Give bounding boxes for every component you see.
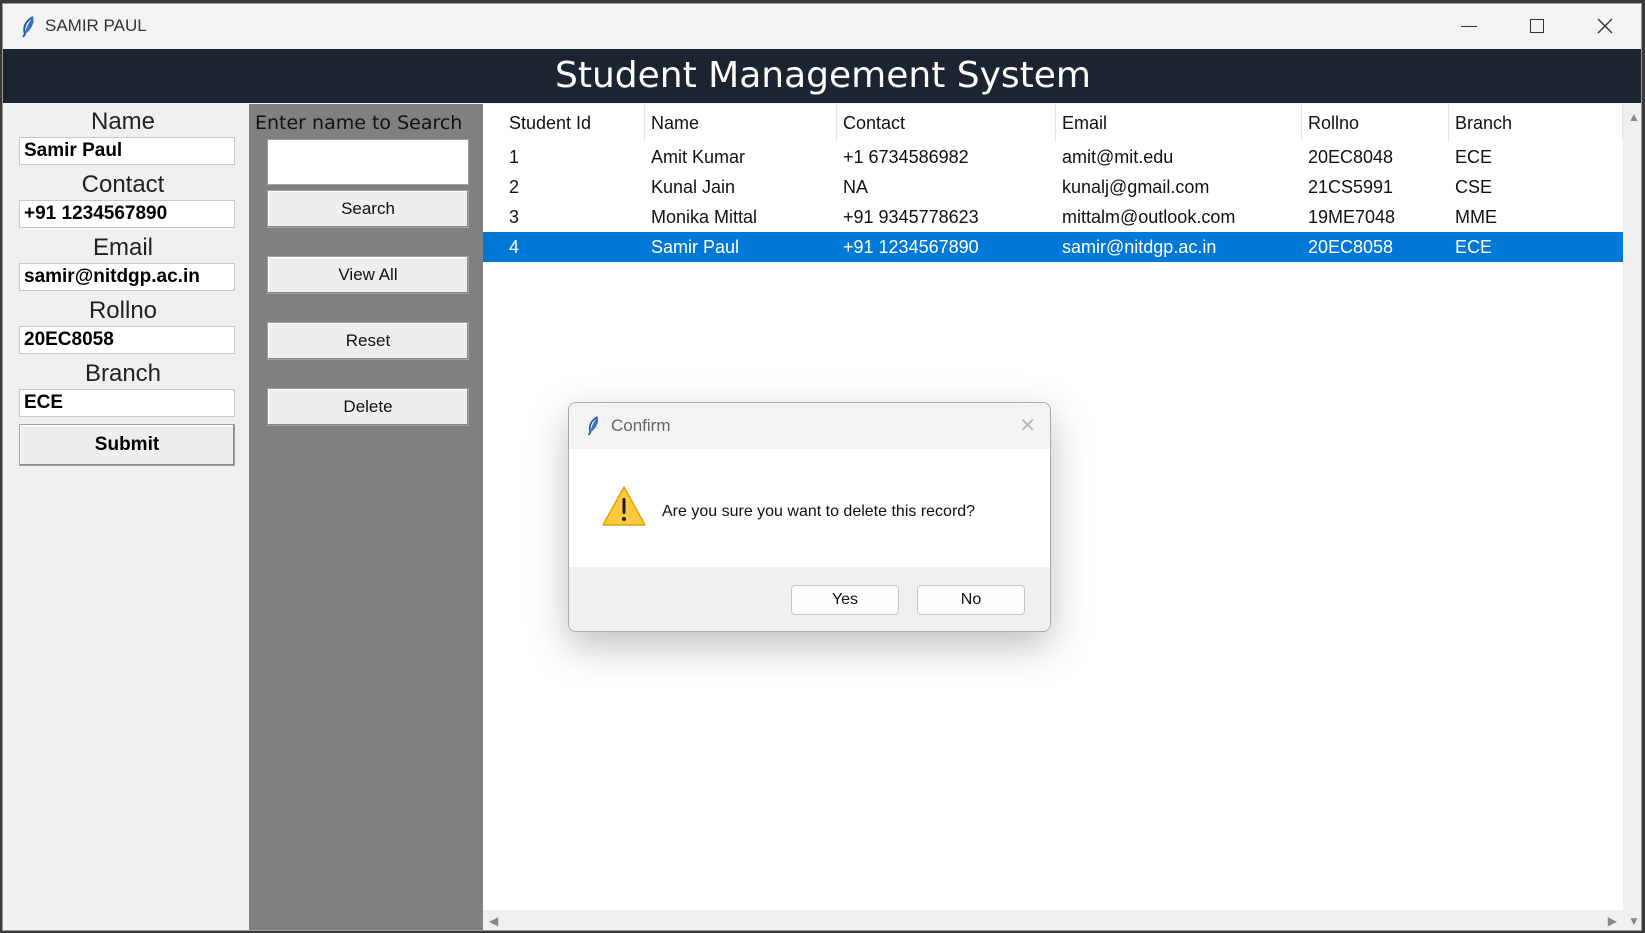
cell-branch: MME	[1455, 207, 1497, 227]
cell-contact: NA	[843, 177, 869, 197]
cell-email: mittalm@outlook.com	[1062, 207, 1236, 227]
scroll-left-icon[interactable]: ◀	[489, 914, 498, 928]
feather-icon	[22, 16, 34, 38]
dialog-message: Are you sure you want to delete this rec…	[662, 503, 976, 520]
column-header-rollno[interactable]: Rollno	[1302, 104, 1449, 142]
column-header-branch[interactable]: Branch	[1449, 104, 1623, 142]
no-button[interactable]: No	[917, 585, 1025, 615]
close-button[interactable]	[1571, 4, 1639, 48]
student-form: Name Samir Paul Contact +91 1234567890 E…	[3, 104, 249, 930]
email-label: Email	[92, 234, 153, 261]
scroll-up-icon[interactable]: ▲	[1628, 110, 1640, 124]
cell-contact: +91 9345778623	[843, 207, 979, 227]
cell-email: samir@nitdgp.ac.in	[1062, 237, 1217, 257]
cell-branch: ECE	[1455, 237, 1493, 257]
column-header-name[interactable]: Name	[645, 104, 837, 142]
branch-field[interactable]: ECE	[19, 389, 235, 417]
cell-name: Monika Mittal	[651, 207, 758, 227]
cell-rollno: 21CS5991	[1308, 177, 1394, 197]
name-field[interactable]: Samir Paul	[19, 137, 235, 165]
cell-name: Kunal Jain	[651, 177, 736, 197]
search-label: Enter name to Search	[255, 112, 463, 134]
scroll-right-icon[interactable]: ▶	[1608, 914, 1617, 928]
feather-icon	[587, 416, 599, 436]
rollno-label: Rollno	[88, 297, 158, 324]
cell-name: Amit Kumar	[651, 147, 746, 167]
app-header: Student Management System	[3, 49, 1641, 103]
cell-rollno: 19ME7048	[1308, 207, 1396, 227]
name-label: Name	[90, 108, 156, 135]
scroll-down-icon[interactable]: ▼	[1628, 914, 1640, 928]
maximize-icon	[1530, 19, 1544, 33]
dialog-title-bar[interactable]: Confirm ✕	[569, 403, 1050, 449]
vertical-scrollbar[interactable]: ▲ ▼	[1623, 104, 1641, 930]
close-icon[interactable]: ✕	[1019, 413, 1036, 438]
table-row[interactable]: 3 Monika Mittal +91 9345778623 mittalm@o…	[483, 202, 1623, 232]
cell-contact: +1 6734586982	[843, 147, 969, 167]
submit-button[interactable]: Submit	[19, 424, 235, 466]
confirm-dialog: Confirm ✕ Are you sure you want to delet…	[568, 402, 1051, 632]
table-row[interactable]: 2 Kunal Jain NA kunalj@gmail.com 21CS599…	[483, 172, 1623, 202]
branch-label: Branch	[84, 360, 162, 387]
contact-field[interactable]: +91 1234567890	[19, 200, 235, 228]
search-input[interactable]	[267, 139, 469, 185]
column-header-contact[interactable]: Contact	[837, 104, 1056, 142]
contact-label: Contact	[81, 171, 165, 198]
title-bar[interactable]: SAMIR PAUL	[3, 4, 1641, 48]
reset-button[interactable]: Reset	[267, 322, 469, 360]
search-panel: Enter name to Search Search View All Res…	[249, 104, 483, 930]
warning-icon	[602, 486, 646, 526]
cell-student-id: 3	[509, 207, 520, 227]
cell-rollno: 20EC8058	[1308, 237, 1394, 257]
column-header-email[interactable]: Email	[1056, 104, 1302, 142]
cell-student-id: 4	[509, 237, 520, 257]
cell-email: kunalj@gmail.com	[1062, 177, 1210, 197]
cell-student-id: 2	[509, 177, 520, 197]
window-title: SAMIR PAUL	[45, 16, 147, 35]
dialog-title: Confirm	[611, 416, 671, 435]
column-header-student-id[interactable]: Student Id	[503, 104, 645, 142]
minimize-icon	[1461, 25, 1477, 27]
search-button[interactable]: Search	[267, 190, 469, 228]
close-icon	[1597, 18, 1613, 34]
table-header: Student Id Name Contact Email Rollno Bra…	[503, 104, 1623, 142]
cell-rollno: 20EC8048	[1308, 147, 1394, 167]
view-all-button[interactable]: View All	[267, 256, 469, 294]
dialog-body: Are you sure you want to delete this rec…	[569, 449, 1050, 567]
cell-branch: ECE	[1455, 147, 1493, 167]
email-field[interactable]: samir@nitdgp.ac.in	[19, 263, 235, 291]
maximize-button[interactable]	[1503, 4, 1571, 48]
delete-button[interactable]: Delete	[267, 388, 469, 426]
yes-button[interactable]: Yes	[791, 585, 899, 615]
cell-student-id: 1	[509, 147, 520, 167]
cell-name: Samir Paul	[651, 237, 740, 257]
cell-contact: +91 1234567890	[843, 237, 979, 257]
dialog-footer: Yes No	[569, 567, 1050, 631]
minimize-button[interactable]	[1435, 4, 1503, 48]
horizontal-scrollbar[interactable]: ◀ ▶	[483, 910, 1623, 930]
rollno-field[interactable]: 20EC8058	[19, 326, 235, 354]
table-row-selected[interactable]: 4 Samir Paul +91 1234567890 samir@nitdgp…	[483, 232, 1623, 262]
cell-email: amit@mit.edu	[1062, 147, 1174, 167]
cell-branch: CSE	[1455, 177, 1493, 197]
table-row[interactable]: 1 Amit Kumar +1 6734586982 amit@mit.edu …	[483, 142, 1623, 172]
